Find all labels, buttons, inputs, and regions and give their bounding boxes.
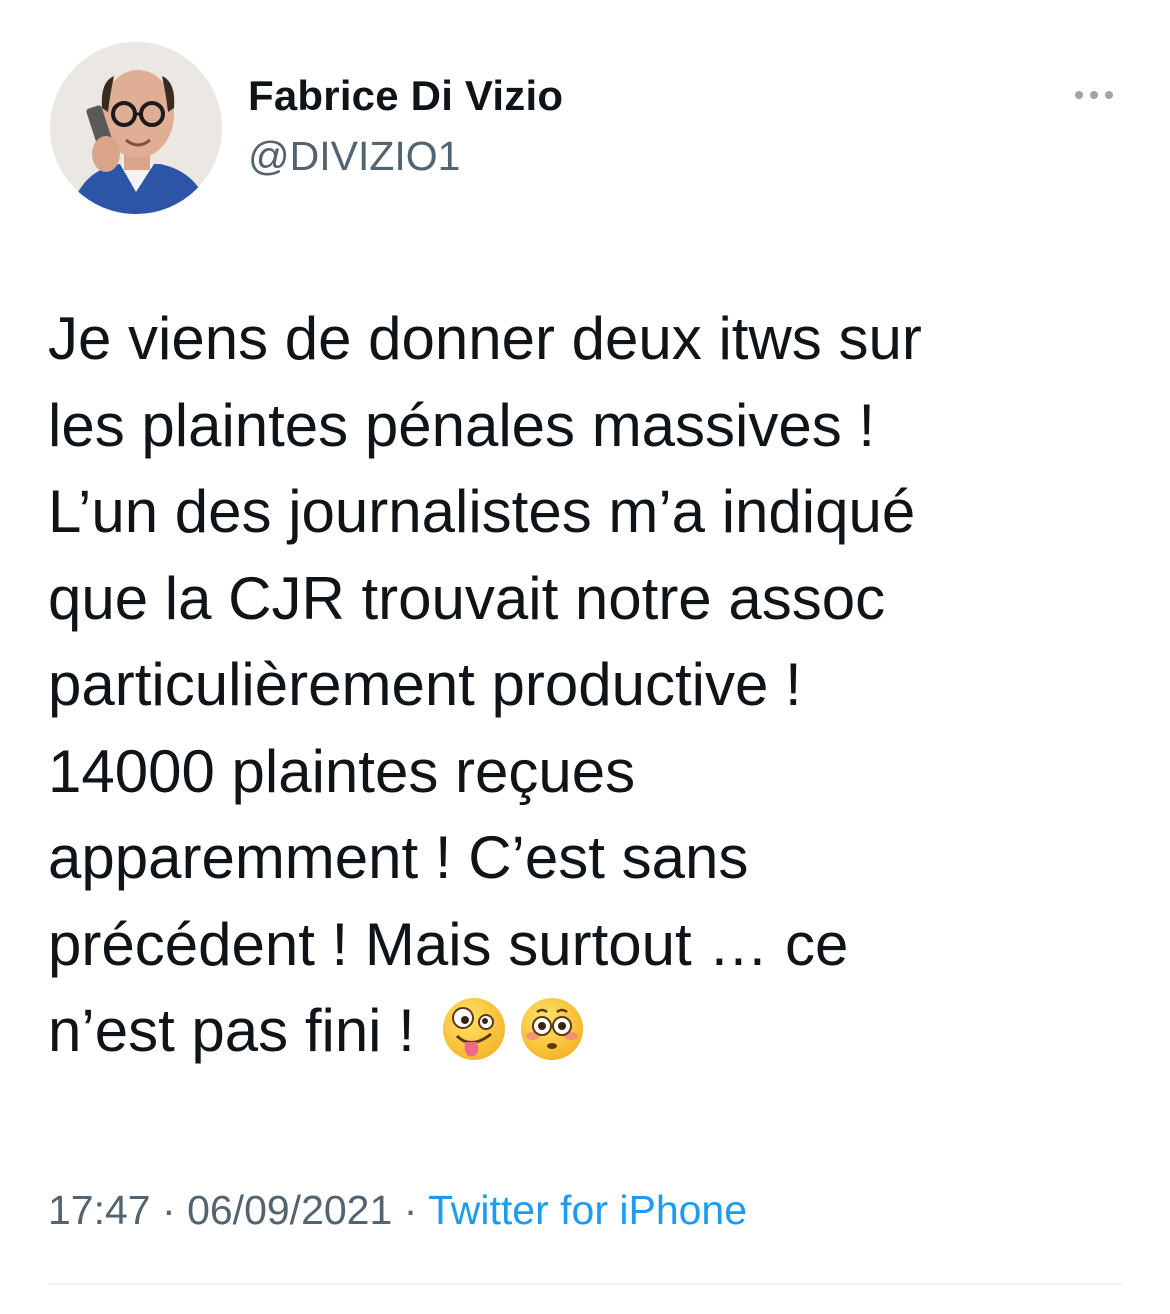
avatar[interactable] (50, 42, 222, 214)
meta-separator: · (162, 1187, 176, 1233)
more-horizontal-icon (1075, 91, 1083, 99)
tweet-text: Je viens de donner deux itws sur les pla… (48, 296, 1128, 1075)
tweet-source-link[interactable]: Twitter for iPhone (428, 1187, 747, 1233)
tweet-date[interactable]: 06/09/2021 (187, 1187, 392, 1233)
tweet-text-line: apparemment ! C’est sans (48, 824, 749, 891)
tweet-text-line: que la CJR trouvait notre assoc (48, 564, 886, 632)
tweet: Fabrice Di Vizio @DIVIZIO1 Je viens de d… (0, 0, 1170, 1314)
author-block: Fabrice Di Vizio @DIVIZIO1 (248, 70, 563, 182)
tweet-time[interactable]: 17:47 (48, 1187, 151, 1233)
tweet-text-line: Je viens de donner deux itws sur (48, 305, 922, 372)
tweet-text-line: précédent ! Mais surtout … ce (48, 910, 849, 978)
tweet-text-line-last: n’est pas fini ! (48, 988, 1128, 1075)
meta-separator: · (403, 1187, 418, 1233)
display-name[interactable]: Fabrice Di Vizio (248, 70, 563, 122)
tweet-text-line: L’un des journalistes m’a indiqué (48, 478, 916, 545)
tweet-text-line: particulièrement productive ! (48, 651, 802, 718)
more-options-button[interactable] (1064, 80, 1124, 110)
user-handle[interactable]: @DIVIZIO1 (248, 130, 563, 182)
more-horizontal-icon (1090, 91, 1098, 99)
tweet-text-line: 14000 plaintes reçues (48, 737, 636, 805)
flushed-face-emoji-icon (520, 998, 583, 1061)
divider (48, 1283, 1122, 1285)
tweet-meta: 17:47 · 06/09/2021 · Twitter for iPhone (48, 1184, 747, 1236)
avatar-image (50, 42, 222, 214)
tweet-text-line: les plaintes pénales massives ! (48, 391, 876, 459)
tweet-text-line-content: n’est pas fini ! (48, 997, 415, 1064)
zany-face-emoji-icon (442, 998, 505, 1061)
more-horizontal-icon (1105, 91, 1113, 99)
